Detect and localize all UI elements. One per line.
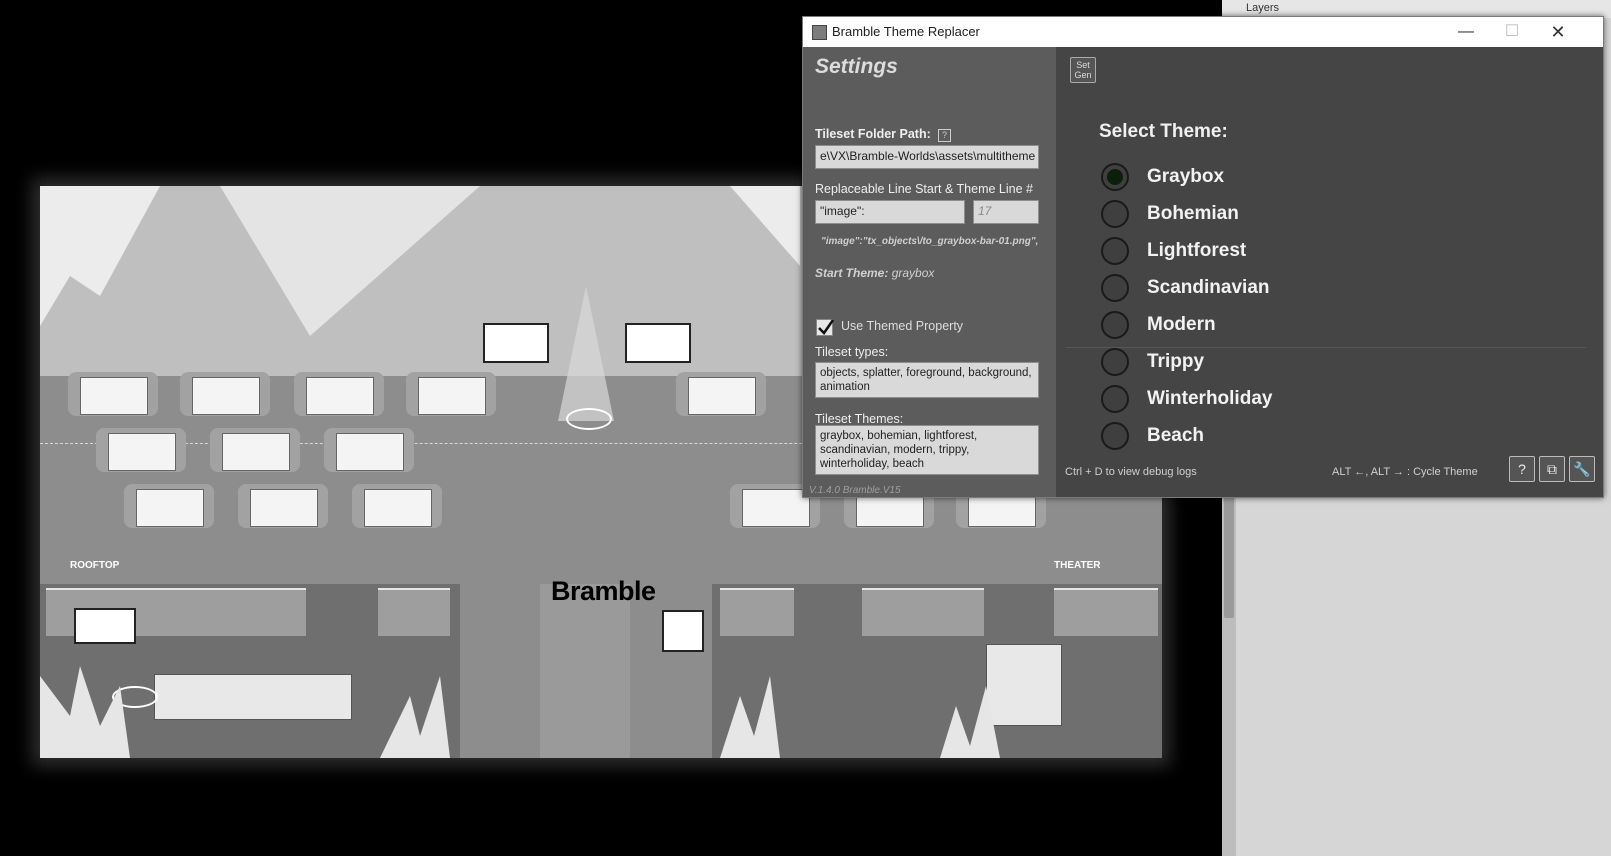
radio-icon[interactable]	[1101, 348, 1129, 376]
theme-option-label: Trippy	[1147, 351, 1205, 372]
select-theme-heading: Select Theme:	[1099, 121, 1228, 142]
table[interactable]	[136, 489, 204, 527]
theme-option-label: Modern	[1147, 314, 1216, 335]
table[interactable]	[306, 377, 374, 415]
theme-option-label: Scandinavian	[1147, 277, 1270, 298]
theme-option-label: Lightforest	[1147, 240, 1247, 261]
example-line-text: "image":"tx_objects\/to_graybox-bar-01.p…	[821, 236, 1039, 247]
theme-option-label: Beach	[1147, 425, 1205, 446]
radio-icon[interactable]	[1101, 237, 1129, 265]
line-start-input[interactable]: "image":	[815, 200, 965, 224]
rooftop-label: ROOFTOP	[70, 560, 120, 571]
theme-line-number-input[interactable]: 17	[973, 200, 1039, 224]
bench[interactable]	[1054, 588, 1158, 636]
theme-option-graybox[interactable]: Graybox	[1101, 161, 1581, 195]
window-title: Bramble Theme Replacer	[832, 24, 980, 39]
table[interactable]	[364, 489, 432, 527]
radio-icon[interactable]	[1101, 311, 1129, 339]
set-gen-button[interactable]: Set Gen	[1070, 57, 1096, 83]
radio-icon[interactable]	[1101, 200, 1129, 228]
app-icon	[812, 25, 827, 40]
tileset-themes-label: Tileset Themes:	[815, 412, 904, 426]
version-text: V.1.4.0 Bramble.V15	[809, 485, 901, 496]
settings-panel: Settings Tileset Folder Path: ? e\VX\Bra…	[803, 47, 1056, 497]
center-corridor	[540, 584, 630, 758]
stage-screen[interactable]	[625, 323, 691, 363]
theme-option-label: Bohemian	[1147, 203, 1239, 224]
tileset-types-label: Tileset types:	[815, 345, 889, 359]
table[interactable]	[192, 377, 260, 415]
spotlight-beam	[558, 286, 614, 421]
start-theme-value: graybox	[891, 266, 935, 280]
start-theme: Start Theme: graybox	[815, 266, 934, 280]
bench[interactable]	[862, 588, 984, 636]
theme-replacer-window: Bramble Theme Replacer — ☐ ✕ Settings Ti…	[802, 16, 1604, 498]
theme-option-scandinavian[interactable]: Scandinavian	[1101, 272, 1581, 306]
theme-option-modern[interactable]: Modern	[1101, 309, 1581, 343]
theme-option-label: Graybox	[1147, 166, 1225, 187]
theme-option-label: Winterholiday	[1147, 388, 1273, 409]
checkmark-icon	[818, 319, 835, 335]
radio-icon[interactable]	[1101, 385, 1129, 413]
close-button[interactable]: ✕	[1535, 17, 1581, 47]
help-button[interactable]: ?	[1509, 456, 1535, 482]
theme-select-panel: Set Gen Select Theme: Graybox Bohemian L…	[1056, 47, 1603, 497]
debug-log-hint: Ctrl + D to view debug logs	[1065, 466, 1197, 478]
use-themed-property-label[interactable]: Use Themed Property	[841, 319, 963, 333]
theme-option-beach[interactable]: Beach	[1101, 420, 1581, 454]
radio-icon[interactable]	[1101, 422, 1129, 450]
minimize-button[interactable]: —	[1443, 17, 1489, 47]
map-brand-title: Bramble	[551, 576, 656, 606]
layers-panel-title: Layers	[1246, 2, 1280, 14]
title-bar[interactable]: Bramble Theme Replacer — ☐ ✕	[803, 17, 1603, 47]
tileset-folder-label: Tileset Folder Path:	[815, 127, 931, 141]
theater-label: THEATER	[1054, 560, 1101, 571]
tools-button[interactable]: 🔧	[1569, 456, 1595, 482]
theme-option-bohemian[interactable]: Bohemian	[1101, 198, 1581, 232]
table[interactable]	[222, 433, 290, 471]
table[interactable]	[250, 489, 318, 527]
center-screen[interactable]	[662, 610, 704, 652]
foliage-shape	[40, 666, 450, 758]
use-themed-property-checkbox[interactable]	[816, 319, 835, 336]
spotlight-circle[interactable]	[566, 408, 612, 430]
foliage-shape	[720, 676, 1000, 758]
theme-option-winterholiday[interactable]: Winterholiday	[1101, 383, 1581, 417]
table[interactable]	[418, 377, 486, 415]
replaceable-line-label: Replaceable Line Start & Theme Line #	[815, 182, 1033, 196]
start-theme-label: Start Theme:	[815, 266, 889, 280]
theme-option-lightforest[interactable]: Lightforest	[1101, 235, 1581, 269]
tileset-themes-textarea[interactable]: graybox, bohemian, lightforest, scandina…	[815, 425, 1039, 475]
radio-icon[interactable]	[1101, 274, 1129, 302]
radio-selected-icon[interactable]	[1101, 163, 1129, 191]
rooftop-screen[interactable]	[74, 608, 136, 644]
bench[interactable]	[378, 588, 450, 636]
theme-option-trippy[interactable]: Trippy	[1101, 346, 1581, 380]
table[interactable]	[688, 377, 756, 415]
tileset-types-textarea[interactable]: objects, splatter, foreground, backgroun…	[815, 362, 1039, 398]
cycle-theme-hint: ALT ←, ALT → : Cycle Theme	[1332, 466, 1478, 478]
stage-screen[interactable]	[483, 323, 549, 363]
table[interactable]	[80, 377, 148, 415]
settings-heading: Settings	[815, 55, 898, 78]
maximize-button[interactable]: ☐	[1489, 17, 1535, 47]
windows-button[interactable]: ⧉	[1539, 456, 1565, 482]
table[interactable]	[742, 489, 810, 527]
table[interactable]	[108, 433, 176, 471]
tileset-folder-input[interactable]: e\VX\Bramble-Worlds\assets\multitheme	[815, 145, 1039, 169]
help-icon[interactable]: ?	[938, 129, 951, 142]
bench[interactable]	[720, 588, 794, 636]
table[interactable]	[336, 433, 404, 471]
